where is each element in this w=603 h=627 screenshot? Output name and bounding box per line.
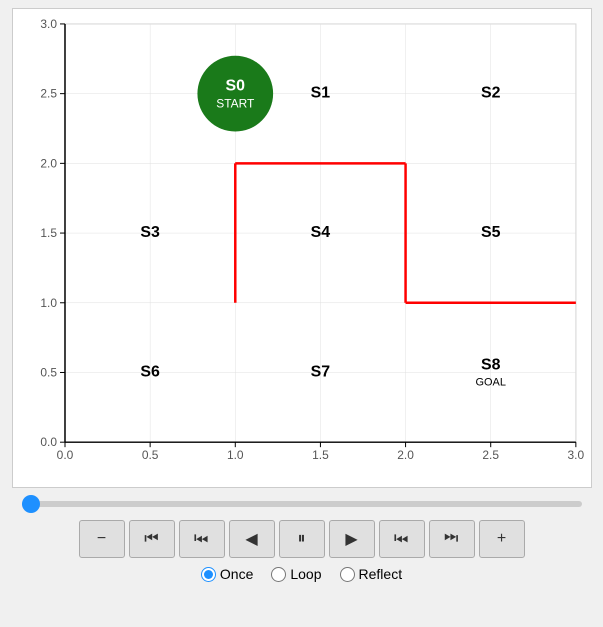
state-S8-sublabel: GOAL bbox=[475, 376, 505, 388]
skip-to-start-button[interactable]: ⏮ bbox=[129, 520, 175, 558]
x-tick-label: 1.5 bbox=[312, 448, 329, 462]
play-backward-button[interactable]: ◀ bbox=[229, 520, 275, 558]
reflect-option[interactable]: Reflect bbox=[340, 566, 403, 582]
state-S2-label: S2 bbox=[480, 85, 500, 102]
state-S5-label: S5 bbox=[480, 224, 500, 241]
state-S1-label: S1 bbox=[310, 85, 330, 102]
app: 0.0 0.5 1.0 1.5 2.0 2.5 3.0 0.0 0.5 1.0 … bbox=[0, 0, 603, 627]
once-option[interactable]: Once bbox=[201, 566, 253, 582]
play-back-icon: ◀ bbox=[245, 529, 257, 549]
play-fwd-icon: ▶ bbox=[345, 529, 357, 549]
volume-down-button[interactable]: − bbox=[79, 520, 125, 558]
pause-button[interactable]: ⏸ bbox=[279, 520, 325, 558]
step-forward-button[interactable]: ⏭ bbox=[379, 520, 425, 558]
state-S8-label: S8 bbox=[480, 356, 500, 373]
y-tick-label: 1.5 bbox=[40, 226, 57, 240]
plus-icon: + bbox=[497, 530, 506, 548]
step-back-button[interactable]: ⏭ bbox=[179, 520, 225, 558]
pause-icon: ⏸ bbox=[297, 530, 305, 548]
y-tick-label: 2.0 bbox=[40, 156, 57, 170]
step-fwd-icon: ⏭ bbox=[394, 530, 408, 548]
loop-option[interactable]: Loop bbox=[271, 566, 321, 582]
state-S0-label: S0 bbox=[225, 78, 245, 95]
step-back-icon: ⏭ bbox=[194, 530, 208, 548]
skip-start-icon: ⏮ bbox=[144, 530, 158, 548]
x-tick-label: 0.0 bbox=[56, 448, 73, 462]
state-S6-label: S6 bbox=[140, 363, 160, 380]
x-tick-label: 2.5 bbox=[482, 448, 499, 462]
transport-buttons: − ⏮ ⏭ ◀ ⏸ ▶ ⏭ ⏮ + bbox=[79, 520, 525, 558]
state-S0-sublabel: START bbox=[216, 97, 255, 111]
reflect-radio[interactable] bbox=[340, 567, 355, 582]
x-tick-label: 0.5 bbox=[141, 448, 158, 462]
once-label: Once bbox=[220, 566, 253, 582]
controls-area: − ⏮ ⏭ ◀ ⏸ ▶ ⏭ ⏮ + bbox=[12, 488, 592, 582]
y-tick-label: 1.0 bbox=[40, 296, 57, 310]
y-tick-label: 2.5 bbox=[40, 87, 57, 101]
chart-svg: 0.0 0.5 1.0 1.5 2.0 2.5 3.0 0.0 0.5 1.0 … bbox=[13, 9, 591, 487]
y-tick-label: 0.0 bbox=[40, 435, 57, 449]
state-S7-label: S7 bbox=[310, 363, 330, 380]
loop-label: Loop bbox=[290, 566, 321, 582]
loop-radio[interactable] bbox=[271, 567, 286, 582]
once-radio[interactable] bbox=[201, 567, 216, 582]
minus-icon: − bbox=[97, 530, 106, 548]
timeline-slider[interactable] bbox=[22, 501, 582, 507]
slider-container bbox=[22, 494, 582, 512]
x-tick-label: 1.0 bbox=[226, 448, 243, 462]
skip-end-icon: ⏮ bbox=[444, 530, 458, 548]
reflect-label: Reflect bbox=[359, 566, 403, 582]
y-tick-label: 0.5 bbox=[40, 365, 57, 379]
play-forward-button[interactable]: ▶ bbox=[329, 520, 375, 558]
chart-container: 0.0 0.5 1.0 1.5 2.0 2.5 3.0 0.0 0.5 1.0 … bbox=[12, 8, 592, 488]
state-S3-label: S3 bbox=[140, 224, 160, 241]
state-S4-label: S4 bbox=[310, 224, 330, 241]
playback-mode: Once Loop Reflect bbox=[201, 566, 402, 582]
y-tick-label: 3.0 bbox=[40, 17, 57, 31]
x-tick-label: 2.0 bbox=[397, 448, 414, 462]
skip-to-end-button[interactable]: ⏮ bbox=[429, 520, 475, 558]
x-tick-label: 3.0 bbox=[567, 448, 584, 462]
volume-up-button[interactable]: + bbox=[479, 520, 525, 558]
